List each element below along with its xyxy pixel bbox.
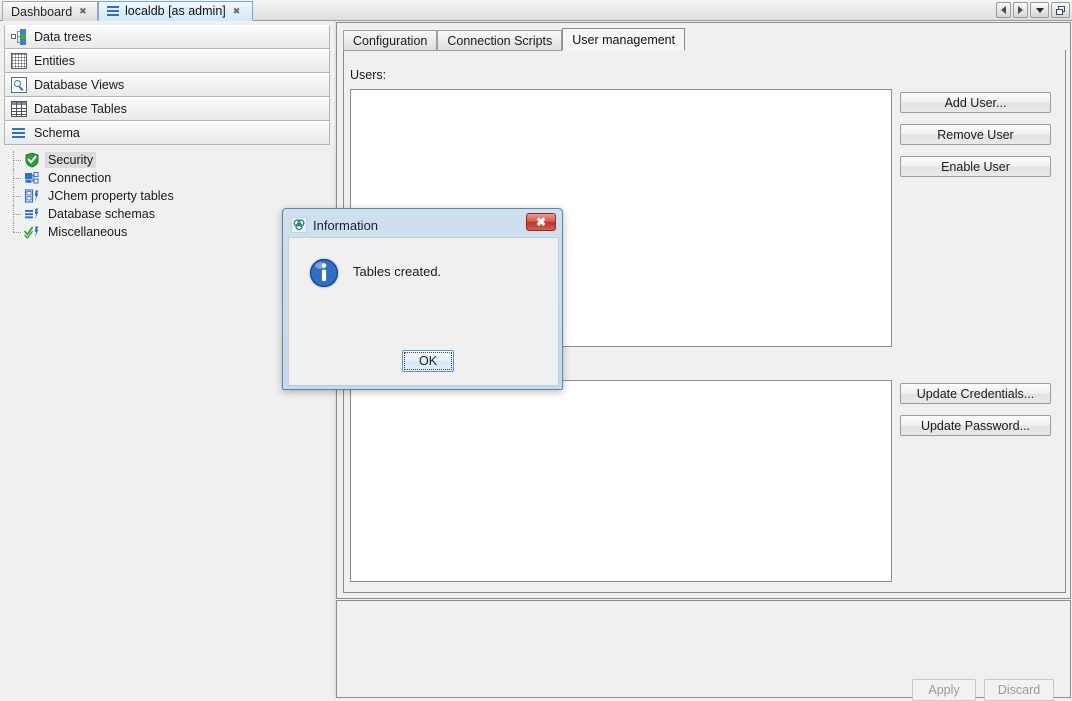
tab-connection-scripts[interactable]: Connection Scripts [437,30,562,51]
window-tab-strip: Dashboard ✖ localdb [as admin] ✖ [0,0,1072,21]
sidebar-item-data-trees[interactable]: Data trees [4,25,330,49]
sidebar-item-database-tables-label: Database Tables [34,102,127,116]
chemaxon-molecule-icon [291,217,307,233]
tree-connector [10,205,24,223]
update-password-button[interactable]: Update Password... [900,415,1051,436]
tree-connector [10,169,24,187]
tree-connector [10,187,24,205]
connection-icon [24,170,40,186]
tab-user-management-label: User management [572,33,675,47]
tree-item-connection[interactable]: Connection [10,169,334,187]
jchem-property-tables-icon [24,188,40,204]
tab-configuration-label: Configuration [353,34,427,48]
window-tab-dashboard-label: Dashboard [11,5,72,19]
entities-icon [11,53,27,69]
sidebar-item-entities[interactable]: Entities [4,49,330,73]
tab-bar: Configuration Connection Scripts User ma… [343,29,685,51]
update-credentials-button-label: Update Credentials... [917,387,1034,401]
update-password-button-label: Update Password... [921,419,1030,433]
window-tab-localdb-close-icon[interactable]: ✖ [233,7,241,16]
restore-window-button[interactable] [1051,2,1070,18]
database-tables-icon [11,101,27,117]
database-views-icon [11,77,27,93]
tree-item-miscellaneous-label: Miscellaneous [45,224,130,240]
tree-item-security-label: Security [45,152,96,168]
tab-configuration[interactable]: Configuration [343,30,437,51]
dialog-ok-button[interactable]: OK [402,350,454,372]
add-user-button[interactable]: Add User... [900,92,1051,113]
data-trees-icon [11,29,27,45]
chevron-down-icon [1036,8,1044,13]
window-tab-dashboard-close-icon[interactable]: ✖ [79,7,87,16]
tree-item-connection-label: Connection [45,170,114,186]
sidebar-item-database-views[interactable]: Database Views [4,73,330,97]
hamburger-icon [107,6,119,16]
info-icon [307,256,341,290]
restore-icon [1056,6,1065,15]
remove-user-button-label: Remove User [937,128,1013,142]
scroll-tabs-left-button[interactable] [996,2,1011,18]
dialog-body: Tables created. OK [288,237,559,386]
dialog-close-button[interactable]: ✖ [526,213,556,231]
tree-item-jchem-property-tables[interactable]: JChem property tables [10,187,334,205]
tab-connection-scripts-label: Connection Scripts [447,34,552,48]
tab-user-management[interactable]: User management [562,28,685,51]
user-details-list[interactable] [350,380,892,582]
sidebar-item-schema-label: Schema [34,126,80,140]
discard-button-label: Discard [998,683,1040,697]
enable-user-button[interactable]: Enable User [900,156,1051,177]
footer-panel: Apply Discard [336,600,1071,698]
window-tab-localdb[interactable]: localdb [as admin] ✖ [98,1,253,21]
sidebar-item-database-views-label: Database Views [34,78,124,92]
update-credentials-button[interactable]: Update Credentials... [900,383,1051,404]
dialog-message: Tables created. [353,264,441,279]
miscellaneous-icon [24,224,40,240]
close-icon: ✖ [536,216,546,228]
remove-user-button[interactable]: Remove User [900,124,1051,145]
tree-connector [10,223,24,241]
tab-list-dropdown-button[interactable] [1030,2,1049,18]
tree-connector [10,151,24,169]
sidebar-item-schema[interactable]: Schema [4,121,330,145]
sidebar-item-entities-label: Entities [34,54,75,68]
triangle-left-icon [1001,6,1006,14]
tree-item-database-schemas-label: Database schemas [45,206,158,222]
scroll-tabs-right-button[interactable] [1013,2,1028,18]
sidebar-item-database-tables[interactable]: Database Tables [4,97,330,121]
dialog-ok-button-label: OK [419,354,437,368]
dialog-title-bar[interactable]: Information ✖ [288,213,557,237]
window-tab-controls [996,2,1070,18]
add-user-button-label: Add User... [945,96,1007,110]
tree-item-security[interactable]: Security [10,151,334,169]
apply-button[interactable]: Apply [912,679,976,701]
sidebar-item-data-trees-label: Data trees [34,30,92,44]
window-tab-localdb-label: localdb [as admin] [125,4,226,18]
dialog-title: Information [313,218,378,233]
enable-user-button-label: Enable User [941,160,1010,174]
shield-icon [24,152,40,168]
database-schemas-icon [24,206,40,222]
tree-item-jchem-property-tables-label: JChem property tables [45,188,177,204]
users-label: Users: [350,68,386,82]
schema-icon [11,125,27,141]
information-dialog: Information ✖ Tables created. OK [282,208,563,390]
window-tab-dashboard[interactable]: Dashboard ✖ [2,1,98,21]
discard-button[interactable]: Discard [984,679,1054,701]
apply-button-label: Apply [928,683,959,697]
triangle-right-icon [1018,6,1023,14]
